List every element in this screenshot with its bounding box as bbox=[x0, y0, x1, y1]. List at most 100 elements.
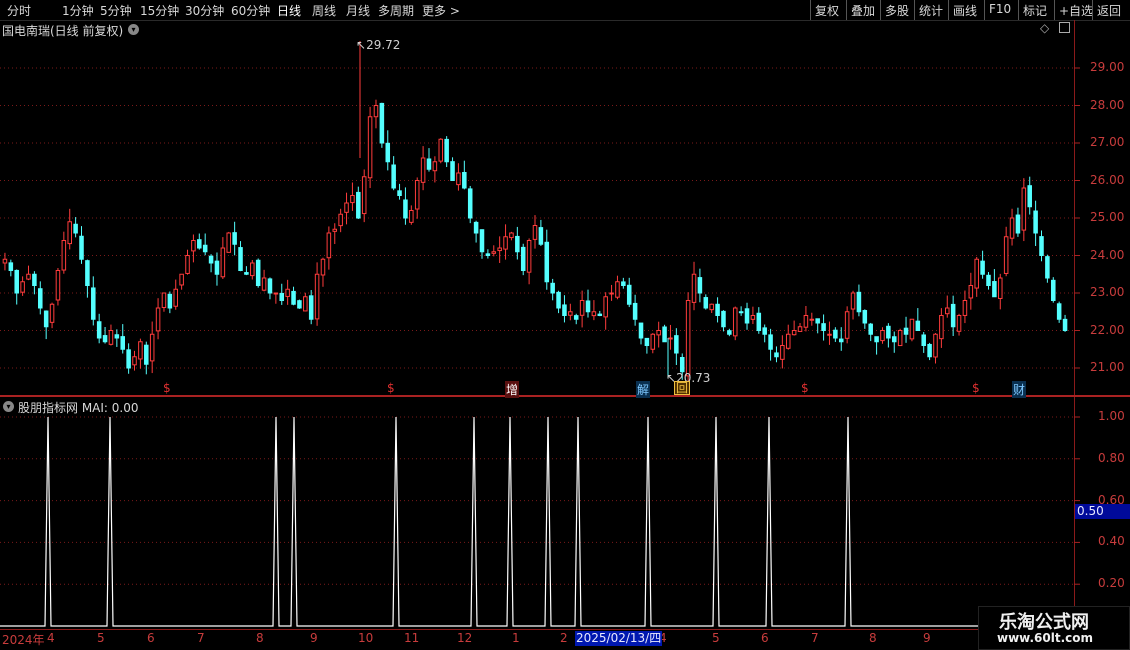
indicator-value-badge: 0.50 bbox=[1075, 504, 1130, 519]
candle bbox=[414, 177, 420, 219]
candle bbox=[821, 314, 826, 341]
event-marker-unlock[interactable]: 解 bbox=[636, 381, 651, 398]
candle bbox=[285, 279, 290, 305]
candle bbox=[886, 323, 891, 348]
candle bbox=[880, 327, 885, 344]
high-marker: ↖29.72 bbox=[356, 38, 401, 52]
candle bbox=[356, 186, 361, 219]
indicator-dropdown-icon[interactable]: ▾ bbox=[3, 401, 14, 412]
x-tick-label: 7 bbox=[811, 631, 819, 645]
candle bbox=[927, 342, 932, 361]
candle bbox=[968, 272, 974, 310]
candle bbox=[191, 234, 196, 263]
x-tick-label: 12 bbox=[457, 631, 473, 645]
candle bbox=[956, 313, 962, 336]
candle bbox=[367, 106, 373, 189]
candle bbox=[244, 266, 249, 276]
candle bbox=[438, 138, 444, 164]
candle bbox=[750, 306, 756, 325]
candle bbox=[1027, 176, 1032, 215]
candle bbox=[915, 308, 921, 331]
event-marker-dividend[interactable]: $ bbox=[163, 381, 171, 395]
candle bbox=[220, 237, 226, 279]
candle bbox=[96, 313, 102, 344]
candle bbox=[138, 338, 143, 369]
candle bbox=[703, 294, 709, 310]
candle bbox=[532, 215, 538, 249]
candle bbox=[1062, 314, 1068, 332]
candle bbox=[350, 182, 355, 211]
candle bbox=[1009, 208, 1015, 246]
candle bbox=[638, 322, 644, 345]
candle bbox=[774, 346, 779, 363]
candle bbox=[26, 265, 31, 281]
candle bbox=[149, 321, 155, 374]
candle bbox=[691, 261, 697, 311]
candle bbox=[456, 163, 461, 191]
event-marker-finance[interactable]: 财 bbox=[1012, 381, 1027, 398]
y-tick-label: 25.00 bbox=[1090, 210, 1125, 224]
candle bbox=[744, 302, 750, 330]
candle bbox=[897, 328, 903, 347]
candle bbox=[615, 275, 620, 300]
event-marker-dividend[interactable]: $ bbox=[801, 381, 809, 395]
event-marker-buyback[interactable]: 回 bbox=[674, 381, 691, 395]
candle bbox=[485, 249, 491, 259]
indicator-title: 股朋指标网 MAI: 0.00 bbox=[18, 401, 139, 415]
candle bbox=[668, 324, 673, 350]
candle bbox=[550, 278, 555, 301]
x-tick-label: 5 bbox=[712, 631, 720, 645]
candle bbox=[373, 99, 379, 129]
candle bbox=[497, 236, 502, 263]
candle bbox=[939, 308, 944, 348]
candle bbox=[32, 271, 37, 295]
candle bbox=[827, 321, 832, 345]
candle bbox=[732, 306, 738, 341]
candle bbox=[573, 313, 579, 325]
watermark: 乐淘公式网 www.60lt.com bbox=[978, 606, 1130, 650]
candle bbox=[73, 217, 78, 238]
candle bbox=[556, 290, 561, 314]
candle bbox=[520, 243, 526, 276]
x-tick-label: 6 bbox=[147, 631, 155, 645]
y-tick-label: 22.00 bbox=[1090, 322, 1125, 337]
y-tick-label: 23.00 bbox=[1090, 285, 1125, 299]
candle bbox=[874, 336, 879, 355]
candle bbox=[1051, 277, 1056, 303]
candle bbox=[768, 328, 773, 361]
candle bbox=[544, 229, 550, 290]
event-marker-dividend[interactable]: $ bbox=[387, 381, 395, 395]
candle bbox=[314, 262, 320, 326]
candle bbox=[462, 160, 467, 190]
event-marker-increase[interactable]: 增 bbox=[505, 381, 520, 398]
candle bbox=[626, 277, 632, 308]
candle bbox=[303, 292, 308, 312]
candle bbox=[974, 256, 979, 297]
event-marker-dividend[interactable]: $ bbox=[972, 381, 980, 395]
candle bbox=[709, 303, 714, 314]
event-text: 增 bbox=[506, 383, 519, 397]
candle bbox=[921, 331, 926, 353]
x-tick-label: 11 bbox=[404, 631, 420, 645]
event-text: 回 bbox=[676, 381, 689, 395]
candle bbox=[526, 238, 532, 285]
candle bbox=[803, 305, 809, 332]
candle bbox=[1033, 200, 1038, 247]
x-tick-label: 2 bbox=[560, 631, 568, 645]
candle bbox=[1003, 226, 1009, 277]
candle bbox=[450, 157, 455, 182]
candle bbox=[214, 252, 220, 286]
x-tick-label: 7 bbox=[197, 631, 205, 645]
event-text: $ bbox=[801, 381, 809, 395]
candle bbox=[538, 219, 544, 246]
candle bbox=[385, 130, 391, 171]
candle bbox=[108, 324, 114, 346]
candle bbox=[403, 187, 408, 225]
x-tick-label: 4 bbox=[47, 631, 55, 645]
candle bbox=[426, 148, 432, 172]
cursor-date-badge: 2025/02/13/四 bbox=[575, 631, 663, 646]
candle bbox=[297, 299, 302, 309]
candle bbox=[379, 102, 385, 148]
candle bbox=[727, 328, 732, 337]
candle bbox=[515, 226, 520, 260]
